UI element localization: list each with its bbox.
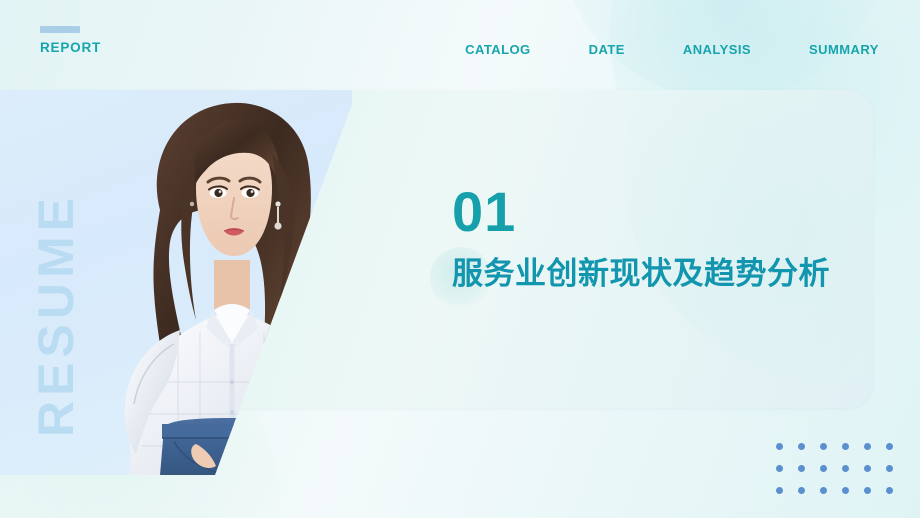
dot-icon <box>776 465 783 472</box>
header: REPORT CATALOG DATE ANALYSIS SUMMARY <box>0 0 920 88</box>
brand-logo[interactable]: REPORT <box>40 26 101 55</box>
nav-item-date[interactable]: DATE <box>589 40 625 60</box>
dot-icon <box>820 443 827 450</box>
dot-icon <box>886 443 893 450</box>
brand-label: REPORT <box>40 40 102 55</box>
dot-icon <box>886 487 893 494</box>
dot-icon <box>798 443 805 450</box>
headline-block: 01 服务业创新现状及趋势分析 <box>452 180 852 296</box>
dot-icon <box>886 465 893 472</box>
dot-icon <box>864 443 871 450</box>
dot-grid-decoration <box>776 443 908 509</box>
dot-icon <box>842 443 849 450</box>
dot-icon <box>820 465 827 472</box>
dot-icon <box>798 487 805 494</box>
dot-icon <box>864 465 871 472</box>
dot-icon <box>798 465 805 472</box>
dot-icon <box>864 487 871 494</box>
dot-icon <box>776 443 783 450</box>
main-nav: CATALOG DATE ANALYSIS SUMMARY <box>465 40 885 60</box>
section-title: 服务业创新现状及趋势分析 <box>452 255 830 292</box>
dot-icon <box>776 487 783 494</box>
nav-item-summary[interactable]: SUMMARY <box>809 40 885 60</box>
brand-accent-bar-icon <box>40 26 80 33</box>
nav-item-catalog[interactable]: CATALOG <box>465 40 531 60</box>
slide-root: REPORT CATALOG DATE ANALYSIS SUMMARY RES… <box>0 0 920 518</box>
section-number: 01 <box>452 180 517 243</box>
dot-icon <box>842 465 849 472</box>
resume-vertical-label: RESUME <box>28 193 84 437</box>
dot-icon <box>820 487 827 494</box>
dot-icon <box>842 487 849 494</box>
nav-item-analysis[interactable]: ANALYSIS <box>683 40 751 60</box>
